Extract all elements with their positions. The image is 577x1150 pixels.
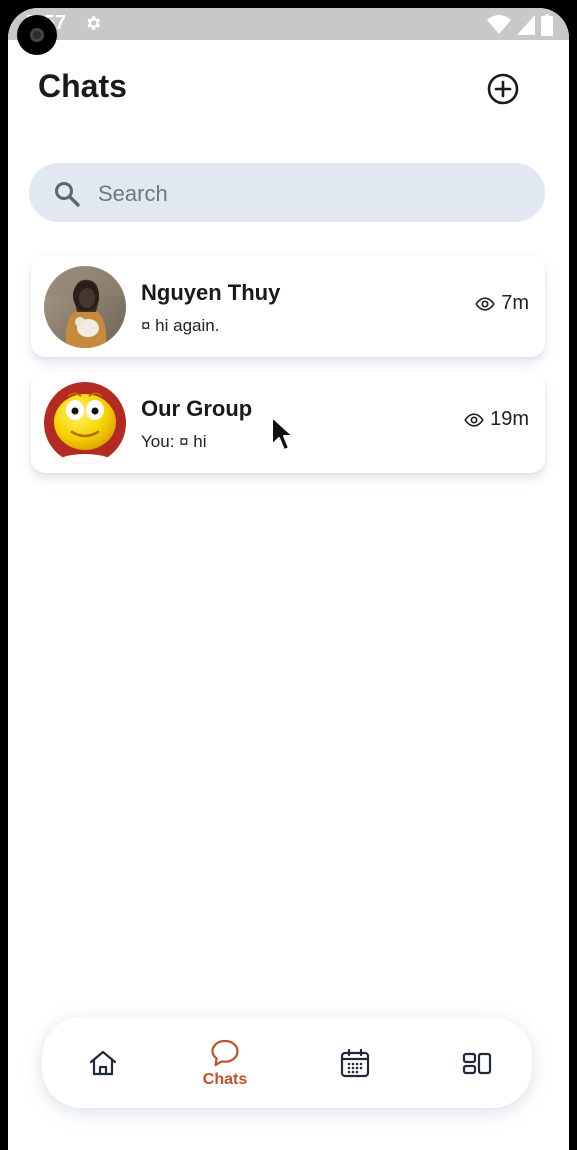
home-icon (89, 1050, 117, 1075)
nav-calendar[interactable] (310, 1017, 400, 1108)
chat-preview: ¤ hi again. (141, 316, 220, 335)
device-frame: 7:57 Chats (0, 0, 577, 1150)
avatar (44, 266, 126, 348)
chat-meta: 19m (464, 408, 529, 431)
battery-icon (541, 14, 553, 36)
search-input[interactable] (96, 173, 520, 215)
chat-time: 19m (490, 408, 529, 430)
mouse-cursor-icon (271, 416, 294, 451)
gear-icon (87, 16, 101, 30)
nav-home[interactable] (58, 1017, 148, 1108)
eye-icon (475, 296, 495, 311)
nav-dashboard[interactable] (432, 1017, 522, 1108)
signal-icon (517, 15, 535, 35)
bottom-nav: Chats (42, 1017, 532, 1108)
app-screen: 7:57 Chats (8, 8, 569, 1150)
calendar-icon (340, 1048, 370, 1077)
chat-list-item[interactable]: Nguyen Thuy ¤ hi again. 7m (31, 256, 545, 357)
chat-preview: You: ¤ hi (141, 432, 207, 451)
nav-chats[interactable]: Chats (180, 1017, 270, 1108)
dashboard-icon (462, 1052, 492, 1074)
chat-meta: 7m (475, 292, 529, 315)
avatar (44, 382, 126, 464)
page-title: Chats (38, 68, 127, 104)
photo-avatar (44, 266, 126, 348)
chat-name: Nguyen Thuy (141, 280, 281, 305)
chat-bubble-icon (211, 1039, 239, 1066)
plus-circle-icon[interactable] (486, 72, 520, 106)
nav-chats-label: Chats (202, 1070, 248, 1088)
chat-name: Our Group (141, 396, 253, 421)
emoji-avatar (44, 382, 126, 464)
front-camera (17, 15, 57, 55)
search-icon (55, 182, 80, 207)
status-bar: 7:57 (8, 8, 569, 40)
chat-time: 7m (501, 292, 529, 314)
search-bar[interactable] (29, 163, 545, 222)
wifi-icon (487, 15, 511, 34)
status-icons (487, 14, 553, 36)
eye-icon (464, 412, 484, 427)
